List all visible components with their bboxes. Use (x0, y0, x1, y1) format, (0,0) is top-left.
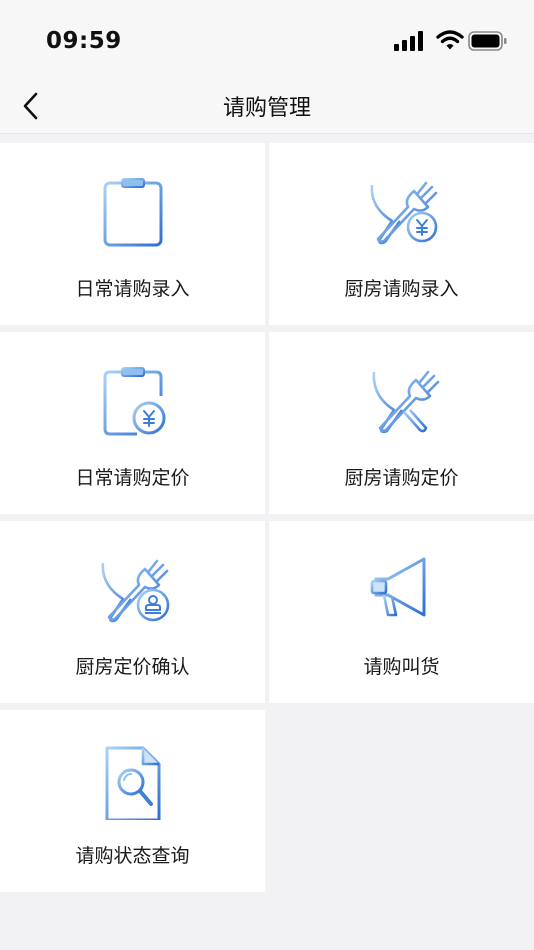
utensils-icon (372, 370, 439, 434)
menu-item-label: 厨房请购定价 (344, 467, 459, 489)
menu-item-label: 请购状态查询 (75, 845, 190, 867)
menu-item-label: 厨房请购录入 (344, 278, 459, 300)
menu-item-label: 厨房定价确认 (75, 656, 190, 678)
status-time: 09:59 (46, 28, 122, 54)
menu-item-label: 日常请购录入 (75, 278, 190, 300)
clipboard-yen-icon (103, 367, 165, 436)
menu-item-label: 日常请购定价 (75, 467, 190, 489)
wifi-icon (436, 30, 464, 50)
page-title: 请购管理 (222, 96, 311, 121)
nav-bar: 请购管理 (0, 78, 534, 134)
menu-item-request-status-query[interactable]: 请购状态查询 (0, 710, 265, 892)
menu-item-kitchen-request-entry[interactable]: 厨房请购录入 (269, 143, 534, 325)
utensils-stamp-icon (101, 559, 169, 623)
document-search-icon (105, 746, 160, 820)
menu-item-label: 请购叫货 (363, 656, 440, 678)
menu-item-kitchen-request-pricing[interactable]: 厨房请购定价 (269, 332, 534, 514)
menu-item-daily-request-entry[interactable]: 日常请购录入 (0, 143, 265, 325)
menu-item-request-order[interactable]: 请购叫货 (269, 521, 534, 703)
menu-item-daily-request-pricing[interactable]: 日常请购定价 (0, 332, 265, 514)
megaphone-icon (370, 557, 425, 617)
clipboard-icon (103, 178, 162, 247)
status-bar: 09:59 (0, 0, 534, 78)
signal-icon (394, 31, 423, 51)
battery-icon (468, 31, 507, 51)
menu-item-kitchen-pricing-confirm[interactable]: 厨房定价确认 (0, 521, 265, 703)
utensils-yen-icon (370, 181, 437, 245)
